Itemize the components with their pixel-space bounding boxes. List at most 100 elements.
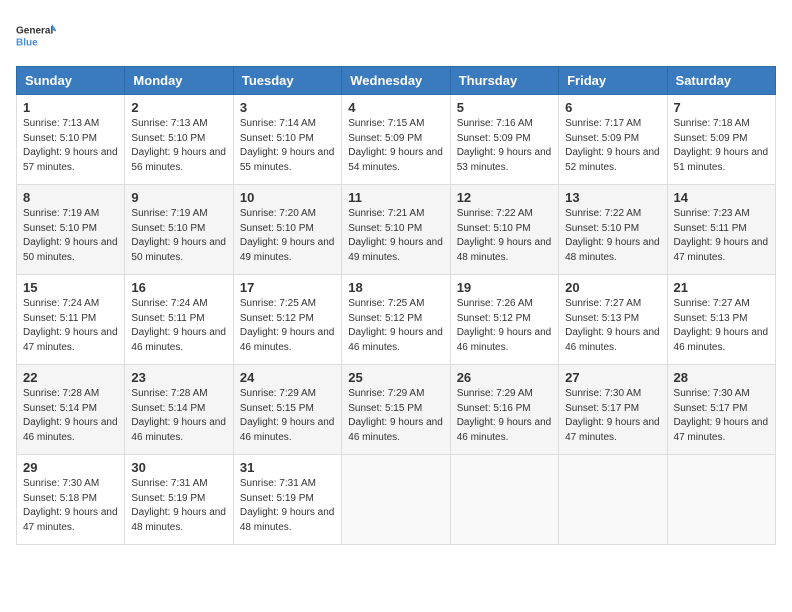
- day-info: Sunrise: 7:21 AMSunset: 5:10 PMDaylight:…: [348, 208, 443, 263]
- day-header-wednesday: Wednesday: [342, 67, 450, 95]
- calendar-cell: 27 Sunrise: 7:30 AMSunset: 5:17 PMDaylig…: [559, 365, 667, 455]
- day-number: 21: [674, 280, 769, 295]
- header-row: SundayMondayTuesdayWednesdayThursdayFrid…: [17, 67, 776, 95]
- day-info: Sunrise: 7:14 AMSunset: 5:10 PMDaylight:…: [240, 118, 335, 173]
- day-number: 26: [457, 370, 552, 385]
- day-header-tuesday: Tuesday: [233, 67, 341, 95]
- calendar-cell: 22 Sunrise: 7:28 AMSunset: 5:14 PMDaylig…: [17, 365, 125, 455]
- calendar-cell: 26 Sunrise: 7:29 AMSunset: 5:16 PMDaylig…: [450, 365, 558, 455]
- day-number: 19: [457, 280, 552, 295]
- day-info: Sunrise: 7:31 AMSunset: 5:19 PMDaylight:…: [240, 478, 335, 533]
- day-number: 8: [23, 190, 118, 205]
- day-info: Sunrise: 7:30 AMSunset: 5:17 PMDaylight:…: [674, 388, 769, 443]
- calendar-cell: 2 Sunrise: 7:13 AMSunset: 5:10 PMDayligh…: [125, 95, 233, 185]
- day-info: Sunrise: 7:16 AMSunset: 5:09 PMDaylight:…: [457, 118, 552, 173]
- calendar-cell: 14 Sunrise: 7:23 AMSunset: 5:11 PMDaylig…: [667, 185, 775, 275]
- day-info: Sunrise: 7:28 AMSunset: 5:14 PMDaylight:…: [131, 388, 226, 443]
- day-number: 12: [457, 190, 552, 205]
- day-info: Sunrise: 7:25 AMSunset: 5:12 PMDaylight:…: [348, 298, 443, 353]
- day-header-monday: Monday: [125, 67, 233, 95]
- week-row-5: 29 Sunrise: 7:30 AMSunset: 5:18 PMDaylig…: [17, 455, 776, 545]
- week-row-1: 1 Sunrise: 7:13 AMSunset: 5:10 PMDayligh…: [17, 95, 776, 185]
- day-info: Sunrise: 7:20 AMSunset: 5:10 PMDaylight:…: [240, 208, 335, 263]
- logo-icon: General Blue: [16, 16, 56, 56]
- calendar-cell: 8 Sunrise: 7:19 AMSunset: 5:10 PMDayligh…: [17, 185, 125, 275]
- day-info: Sunrise: 7:22 AMSunset: 5:10 PMDaylight:…: [565, 208, 660, 263]
- day-number: 20: [565, 280, 660, 295]
- day-number: 27: [565, 370, 660, 385]
- day-info: Sunrise: 7:29 AMSunset: 5:15 PMDaylight:…: [348, 388, 443, 443]
- calendar-cell: [559, 455, 667, 545]
- day-info: Sunrise: 7:25 AMSunset: 5:12 PMDaylight:…: [240, 298, 335, 353]
- calendar-cell: [667, 455, 775, 545]
- calendar-cell: 17 Sunrise: 7:25 AMSunset: 5:12 PMDaylig…: [233, 275, 341, 365]
- calendar-cell: 13 Sunrise: 7:22 AMSunset: 5:10 PMDaylig…: [559, 185, 667, 275]
- day-number: 14: [674, 190, 769, 205]
- day-info: Sunrise: 7:30 AMSunset: 5:18 PMDaylight:…: [23, 478, 118, 533]
- header: General Blue: [16, 16, 776, 56]
- calendar-cell: 21 Sunrise: 7:27 AMSunset: 5:13 PMDaylig…: [667, 275, 775, 365]
- day-info: Sunrise: 7:22 AMSunset: 5:10 PMDaylight:…: [457, 208, 552, 263]
- day-number: 18: [348, 280, 443, 295]
- calendar-cell: [342, 455, 450, 545]
- day-info: Sunrise: 7:17 AMSunset: 5:09 PMDaylight:…: [565, 118, 660, 173]
- calendar-cell: 23 Sunrise: 7:28 AMSunset: 5:14 PMDaylig…: [125, 365, 233, 455]
- calendar-cell: 11 Sunrise: 7:21 AMSunset: 5:10 PMDaylig…: [342, 185, 450, 275]
- calendar-cell: 15 Sunrise: 7:24 AMSunset: 5:11 PMDaylig…: [17, 275, 125, 365]
- day-number: 22: [23, 370, 118, 385]
- day-info: Sunrise: 7:28 AMSunset: 5:14 PMDaylight:…: [23, 388, 118, 443]
- svg-text:General: General: [16, 25, 53, 36]
- day-header-sunday: Sunday: [17, 67, 125, 95]
- day-header-saturday: Saturday: [667, 67, 775, 95]
- day-header-thursday: Thursday: [450, 67, 558, 95]
- day-number: 31: [240, 460, 335, 475]
- calendar-cell: 25 Sunrise: 7:29 AMSunset: 5:15 PMDaylig…: [342, 365, 450, 455]
- day-number: 3: [240, 100, 335, 115]
- calendar-cell: 24 Sunrise: 7:29 AMSunset: 5:15 PMDaylig…: [233, 365, 341, 455]
- day-info: Sunrise: 7:27 AMSunset: 5:13 PMDaylight:…: [674, 298, 769, 353]
- day-info: Sunrise: 7:30 AMSunset: 5:17 PMDaylight:…: [565, 388, 660, 443]
- day-header-friday: Friday: [559, 67, 667, 95]
- day-number: 10: [240, 190, 335, 205]
- calendar-cell: 29 Sunrise: 7:30 AMSunset: 5:18 PMDaylig…: [17, 455, 125, 545]
- day-info: Sunrise: 7:13 AMSunset: 5:10 PMDaylight:…: [23, 118, 118, 173]
- calendar-cell: 12 Sunrise: 7:22 AMSunset: 5:10 PMDaylig…: [450, 185, 558, 275]
- logo: General Blue: [16, 16, 56, 56]
- day-number: 16: [131, 280, 226, 295]
- calendar-cell: 7 Sunrise: 7:18 AMSunset: 5:09 PMDayligh…: [667, 95, 775, 185]
- day-number: 11: [348, 190, 443, 205]
- week-row-4: 22 Sunrise: 7:28 AMSunset: 5:14 PMDaylig…: [17, 365, 776, 455]
- day-number: 29: [23, 460, 118, 475]
- calendar-cell: 10 Sunrise: 7:20 AMSunset: 5:10 PMDaylig…: [233, 185, 341, 275]
- day-info: Sunrise: 7:29 AMSunset: 5:15 PMDaylight:…: [240, 388, 335, 443]
- calendar-cell: 16 Sunrise: 7:24 AMSunset: 5:11 PMDaylig…: [125, 275, 233, 365]
- day-number: 15: [23, 280, 118, 295]
- calendar-table: SundayMondayTuesdayWednesdayThursdayFrid…: [16, 66, 776, 545]
- day-number: 23: [131, 370, 226, 385]
- day-info: Sunrise: 7:26 AMSunset: 5:12 PMDaylight:…: [457, 298, 552, 353]
- day-number: 5: [457, 100, 552, 115]
- calendar-cell: 31 Sunrise: 7:31 AMSunset: 5:19 PMDaylig…: [233, 455, 341, 545]
- calendar-cell: 1 Sunrise: 7:13 AMSunset: 5:10 PMDayligh…: [17, 95, 125, 185]
- calendar-cell: 5 Sunrise: 7:16 AMSunset: 5:09 PMDayligh…: [450, 95, 558, 185]
- day-number: 4: [348, 100, 443, 115]
- day-number: 2: [131, 100, 226, 115]
- day-info: Sunrise: 7:27 AMSunset: 5:13 PMDaylight:…: [565, 298, 660, 353]
- day-number: 30: [131, 460, 226, 475]
- day-info: Sunrise: 7:19 AMSunset: 5:10 PMDaylight:…: [131, 208, 226, 263]
- day-info: Sunrise: 7:23 AMSunset: 5:11 PMDaylight:…: [674, 208, 769, 263]
- calendar-cell: [450, 455, 558, 545]
- day-number: 1: [23, 100, 118, 115]
- day-number: 17: [240, 280, 335, 295]
- calendar-cell: 28 Sunrise: 7:30 AMSunset: 5:17 PMDaylig…: [667, 365, 775, 455]
- svg-text:Blue: Blue: [16, 37, 38, 48]
- day-number: 9: [131, 190, 226, 205]
- day-number: 24: [240, 370, 335, 385]
- calendar-cell: 6 Sunrise: 7:17 AMSunset: 5:09 PMDayligh…: [559, 95, 667, 185]
- day-info: Sunrise: 7:31 AMSunset: 5:19 PMDaylight:…: [131, 478, 226, 533]
- calendar-cell: 3 Sunrise: 7:14 AMSunset: 5:10 PMDayligh…: [233, 95, 341, 185]
- day-info: Sunrise: 7:24 AMSunset: 5:11 PMDaylight:…: [131, 298, 226, 353]
- day-number: 6: [565, 100, 660, 115]
- day-info: Sunrise: 7:19 AMSunset: 5:10 PMDaylight:…: [23, 208, 118, 263]
- day-info: Sunrise: 7:18 AMSunset: 5:09 PMDaylight:…: [674, 118, 769, 173]
